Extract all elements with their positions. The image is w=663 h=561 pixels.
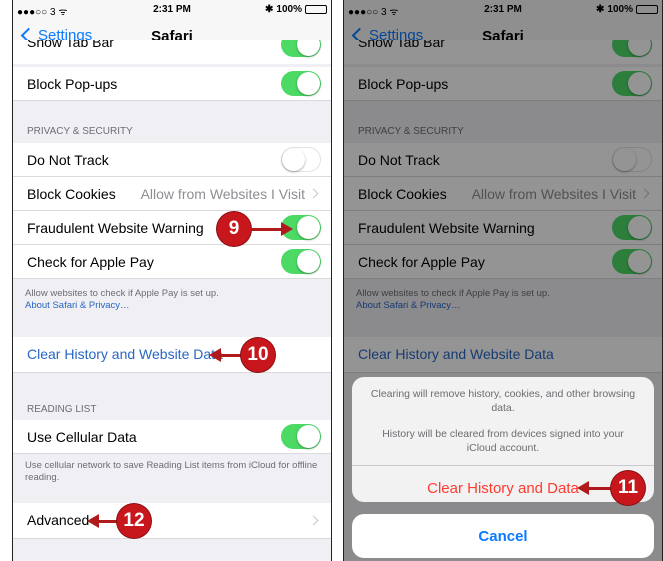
row-apple-pay[interactable]: Check for Apple Pay bbox=[13, 245, 331, 279]
bluetooth-icon: ✱ bbox=[265, 4, 274, 15]
callout-10: 10 bbox=[209, 338, 275, 372]
section-header-reading-list: READING LIST bbox=[27, 404, 97, 415]
sheet-message-icloud: History will be cleared from devices sig… bbox=[382, 428, 624, 454]
sheet-message: Clearing will remove history, cookies, a… bbox=[370, 388, 636, 414]
arrow-left-icon bbox=[209, 348, 221, 362]
toggle-apple-pay[interactable] bbox=[281, 249, 321, 274]
toggle-do-not-track[interactable] bbox=[281, 147, 321, 172]
row-label: Show Tab Bar bbox=[27, 40, 114, 50]
battery-percent: 100% bbox=[276, 4, 302, 15]
cellular-footer: Use cellular network to save Reading Lis… bbox=[25, 460, 318, 483]
callout-badge: 11 bbox=[611, 471, 645, 505]
row-clear-history[interactable]: Clear History and Website Data bbox=[13, 337, 331, 373]
cancel-button[interactable]: Cancel bbox=[352, 514, 654, 558]
callout-9: 9 bbox=[217, 212, 293, 246]
row-cellular-data[interactable]: Use Cellular Data bbox=[13, 420, 331, 454]
battery-icon bbox=[305, 5, 327, 14]
row-block-popups[interactable]: Block Pop-ups bbox=[13, 67, 331, 101]
row-label: Use Cellular Data bbox=[27, 429, 137, 445]
row-block-cookies[interactable]: Block Cookies Allow from Websites I Visi… bbox=[13, 177, 331, 211]
chevron-right-icon bbox=[308, 188, 319, 199]
callout-badge: 12 bbox=[117, 504, 151, 538]
row-label: Block Cookies bbox=[27, 186, 116, 202]
left-screen: ●●●○○ 3 ᯤ 2:31 PM ✱ 100% Settings Safari… bbox=[12, 0, 332, 561]
row-label: Advanced bbox=[27, 512, 90, 528]
battery-status: ✱ 100% bbox=[265, 4, 327, 15]
row-advanced[interactable]: Advanced bbox=[13, 503, 331, 539]
row-do-not-track[interactable]: Do Not Track bbox=[13, 143, 331, 177]
toggle-show-tab-bar[interactable] bbox=[281, 40, 321, 57]
apple-pay-footer: Allow websites to check if Apple Pay is … bbox=[25, 288, 319, 312]
row-label: Fraudulent Website Warning bbox=[27, 220, 204, 236]
arrow-right-icon bbox=[281, 222, 293, 236]
row-label: Block Pop-ups bbox=[27, 76, 118, 92]
callout-12: 12 bbox=[87, 504, 151, 538]
toggle-block-popups[interactable] bbox=[281, 71, 321, 96]
callout-11: 11 bbox=[577, 471, 645, 505]
row-label: Check for Apple Pay bbox=[27, 254, 154, 270]
footer-text: Allow websites to check if Apple Pay is … bbox=[25, 288, 219, 299]
chevron-right-icon bbox=[308, 515, 319, 526]
callout-badge: 10 bbox=[241, 338, 275, 372]
row-show-tab-bar[interactable]: Show Tab Bar bbox=[13, 40, 331, 64]
callout-badge: 9 bbox=[217, 212, 251, 246]
clear-history-button[interactable]: Clear History and Website Data bbox=[27, 346, 223, 362]
about-privacy-link[interactable]: About Safari & Privacy… bbox=[25, 300, 319, 312]
section-header-privacy: PRIVACY & SECURITY bbox=[27, 126, 133, 137]
arrow-left-icon bbox=[577, 481, 589, 495]
arrow-left-icon bbox=[87, 514, 99, 528]
row-label: Do Not Track bbox=[27, 152, 109, 168]
status-bar: ●●●○○ 3 ᯤ 2:31 PM ✱ 100% bbox=[13, 0, 331, 20]
row-value: Allow from Websites I Visit bbox=[140, 186, 305, 202]
toggle-cellular-data[interactable] bbox=[281, 424, 321, 449]
